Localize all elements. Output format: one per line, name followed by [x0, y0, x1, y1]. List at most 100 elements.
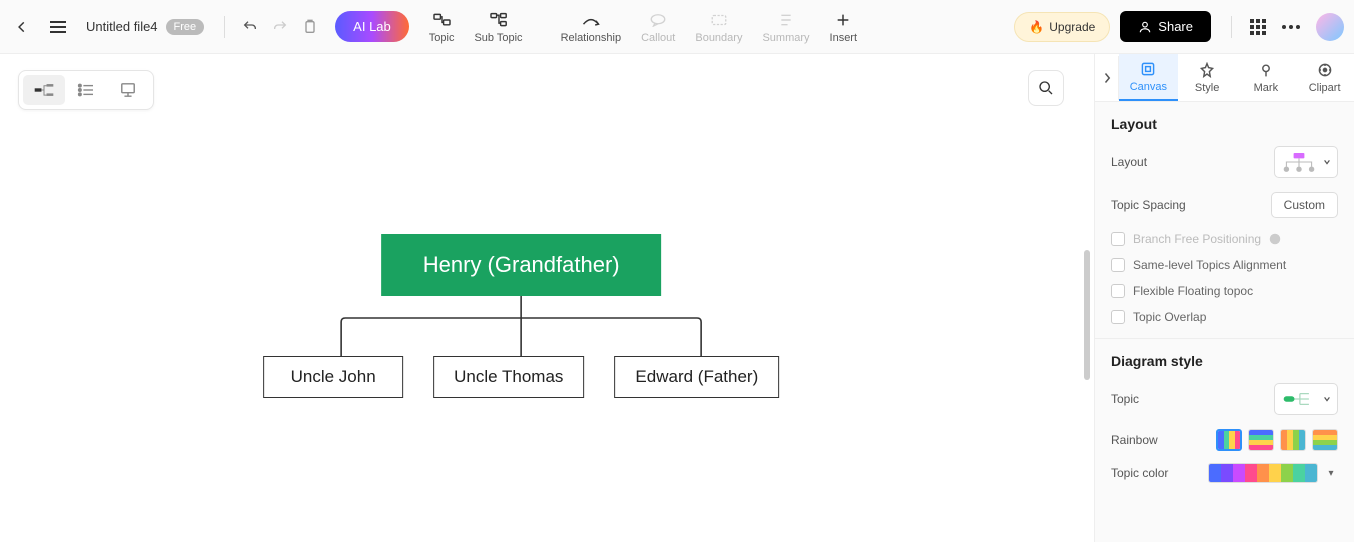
color-swatch[interactable] [1221, 464, 1233, 482]
summary-label: Summary [762, 32, 809, 44]
layout-field: Layout [1111, 146, 1338, 178]
topic-style-label: Topic [1111, 392, 1139, 406]
palette-more-button[interactable]: ▾ [1324, 468, 1338, 479]
topic-label: Topic [429, 32, 455, 44]
tab-mark-label: Mark [1254, 82, 1278, 94]
menu-button[interactable] [50, 21, 66, 33]
boundary-label: Boundary [695, 32, 742, 44]
tab-canvas[interactable]: Canvas [1119, 54, 1178, 101]
root-node[interactable]: Henry (Grandfather) [381, 234, 661, 296]
same-level-option[interactable]: Same-level Topics Alignment [1111, 258, 1338, 272]
color-swatch[interactable] [1281, 464, 1293, 482]
spacing-button[interactable]: Custom [1271, 192, 1338, 218]
section-divider [1095, 338, 1354, 339]
color-swatch[interactable] [1305, 464, 1317, 482]
color-swatch[interactable] [1257, 464, 1269, 482]
layout-preview-icon [1281, 151, 1317, 173]
user-avatar[interactable] [1316, 13, 1344, 41]
color-palette[interactable] [1208, 463, 1318, 483]
color-swatch[interactable] [1209, 464, 1221, 482]
topic-overlap-option[interactable]: Topic Overlap [1111, 310, 1338, 324]
topic-overlap-checkbox[interactable] [1111, 310, 1125, 324]
subtopic-icon [489, 10, 509, 30]
summary-icon [778, 10, 794, 30]
divider [224, 16, 225, 38]
child-node-1[interactable]: Uncle Thomas [433, 356, 584, 398]
upgrade-button[interactable]: 🔥 Upgrade [1014, 12, 1110, 42]
color-swatch[interactable] [1233, 464, 1245, 482]
callout-label: Callout [641, 32, 675, 44]
share-button[interactable]: Share [1120, 11, 1211, 42]
relationship-tool[interactable]: Relationship [551, 10, 632, 44]
rainbow-opt-2[interactable] [1248, 429, 1274, 451]
spacing-field: Topic Spacing Custom [1111, 192, 1338, 218]
boundary-tool: Boundary [685, 10, 752, 44]
connectors [263, 296, 779, 356]
upgrade-label: Upgrade [1049, 20, 1095, 34]
topic-style-picker[interactable] [1274, 383, 1338, 415]
rainbow-opt-1[interactable] [1216, 429, 1242, 451]
topic-tool[interactable]: Topic [419, 10, 465, 44]
tab-clipart-label: Clipart [1309, 82, 1341, 94]
color-swatch[interactable] [1293, 464, 1305, 482]
divider [1231, 16, 1232, 38]
rainbow-field: Rainbow [1111, 429, 1338, 451]
tab-style[interactable]: Style [1178, 55, 1237, 100]
boundary-icon [710, 10, 728, 30]
redo-button[interactable] [265, 12, 295, 42]
layout-section-title: Layout [1111, 116, 1338, 132]
insert-tool[interactable]: Insert [820, 10, 868, 44]
layout-picker[interactable] [1274, 146, 1338, 178]
summary-tool: Summary [752, 10, 819, 44]
tab-mark[interactable]: Mark [1237, 55, 1296, 100]
more-button[interactable] [1282, 25, 1300, 29]
child-node-2[interactable]: Edward (Father) [614, 356, 779, 398]
chevron-down-icon [1323, 158, 1331, 166]
flexible-float-checkbox[interactable] [1111, 284, 1125, 298]
tab-clipart[interactable]: Clipart [1295, 55, 1354, 100]
topic-color-label: Topic color [1111, 466, 1168, 480]
branch-free-label: Branch Free Positioning [1133, 232, 1261, 246]
same-level-checkbox[interactable] [1111, 258, 1125, 272]
apps-button[interactable] [1250, 19, 1266, 35]
children-row: Uncle John Uncle Thomas Edward (Father) [263, 356, 779, 398]
flexible-float-option[interactable]: Flexible Floating topoc [1111, 284, 1338, 298]
relationship-label: Relationship [561, 32, 622, 44]
top-toolbar: Untitled file4 Free AI Lab Topic Sub Top… [0, 0, 1354, 54]
same-level-label: Same-level Topics Alignment [1133, 258, 1286, 272]
canvas[interactable]: Henry (Grandfather) Uncle John Uncle Tho… [0, 54, 1094, 542]
clipboard-button[interactable] [295, 12, 325, 42]
side-panel: Canvas Style Mark Clipart Layout Layout [1094, 54, 1354, 542]
child-node-0[interactable]: Uncle John [263, 356, 403, 398]
clipart-icon [1317, 61, 1333, 79]
subtopic-label: Sub Topic [474, 32, 522, 44]
rainbow-opt-3[interactable] [1280, 429, 1306, 451]
tab-style-label: Style [1195, 82, 1219, 94]
share-label: Share [1158, 19, 1193, 34]
diagram-style-title: Diagram style [1111, 353, 1338, 369]
fire-icon: 🔥 [1029, 20, 1044, 34]
topic-color-field: Topic color ▾ [1111, 463, 1338, 483]
mark-icon [1258, 61, 1274, 79]
flexible-float-label: Flexible Floating topoc [1133, 284, 1253, 298]
plus-icon [835, 10, 851, 30]
collapse-panel-button[interactable] [1095, 56, 1119, 100]
tab-canvas-label: Canvas [1130, 81, 1167, 93]
color-swatch[interactable] [1245, 464, 1257, 482]
undo-button[interactable] [235, 12, 265, 42]
rainbow-options [1216, 429, 1338, 451]
panel-tabs: Canvas Style Mark Clipart [1095, 54, 1354, 102]
panel-body: Layout Layout Topic Spacing Custom Branc… [1095, 102, 1354, 542]
info-icon [1269, 233, 1281, 245]
plan-badge: Free [166, 19, 205, 35]
canvas-icon [1140, 60, 1156, 78]
style-icon [1199, 61, 1215, 79]
vertical-scrollbar[interactable] [1084, 250, 1090, 380]
color-swatch[interactable] [1269, 464, 1281, 482]
subtopic-tool[interactable]: Sub Topic [464, 10, 532, 44]
back-button[interactable] [10, 15, 34, 39]
branch-free-option: Branch Free Positioning [1111, 232, 1338, 246]
rainbow-opt-4[interactable] [1312, 429, 1338, 451]
ai-lab-button[interactable]: AI Lab [335, 11, 409, 42]
file-name[interactable]: Untitled file4 [86, 19, 158, 34]
